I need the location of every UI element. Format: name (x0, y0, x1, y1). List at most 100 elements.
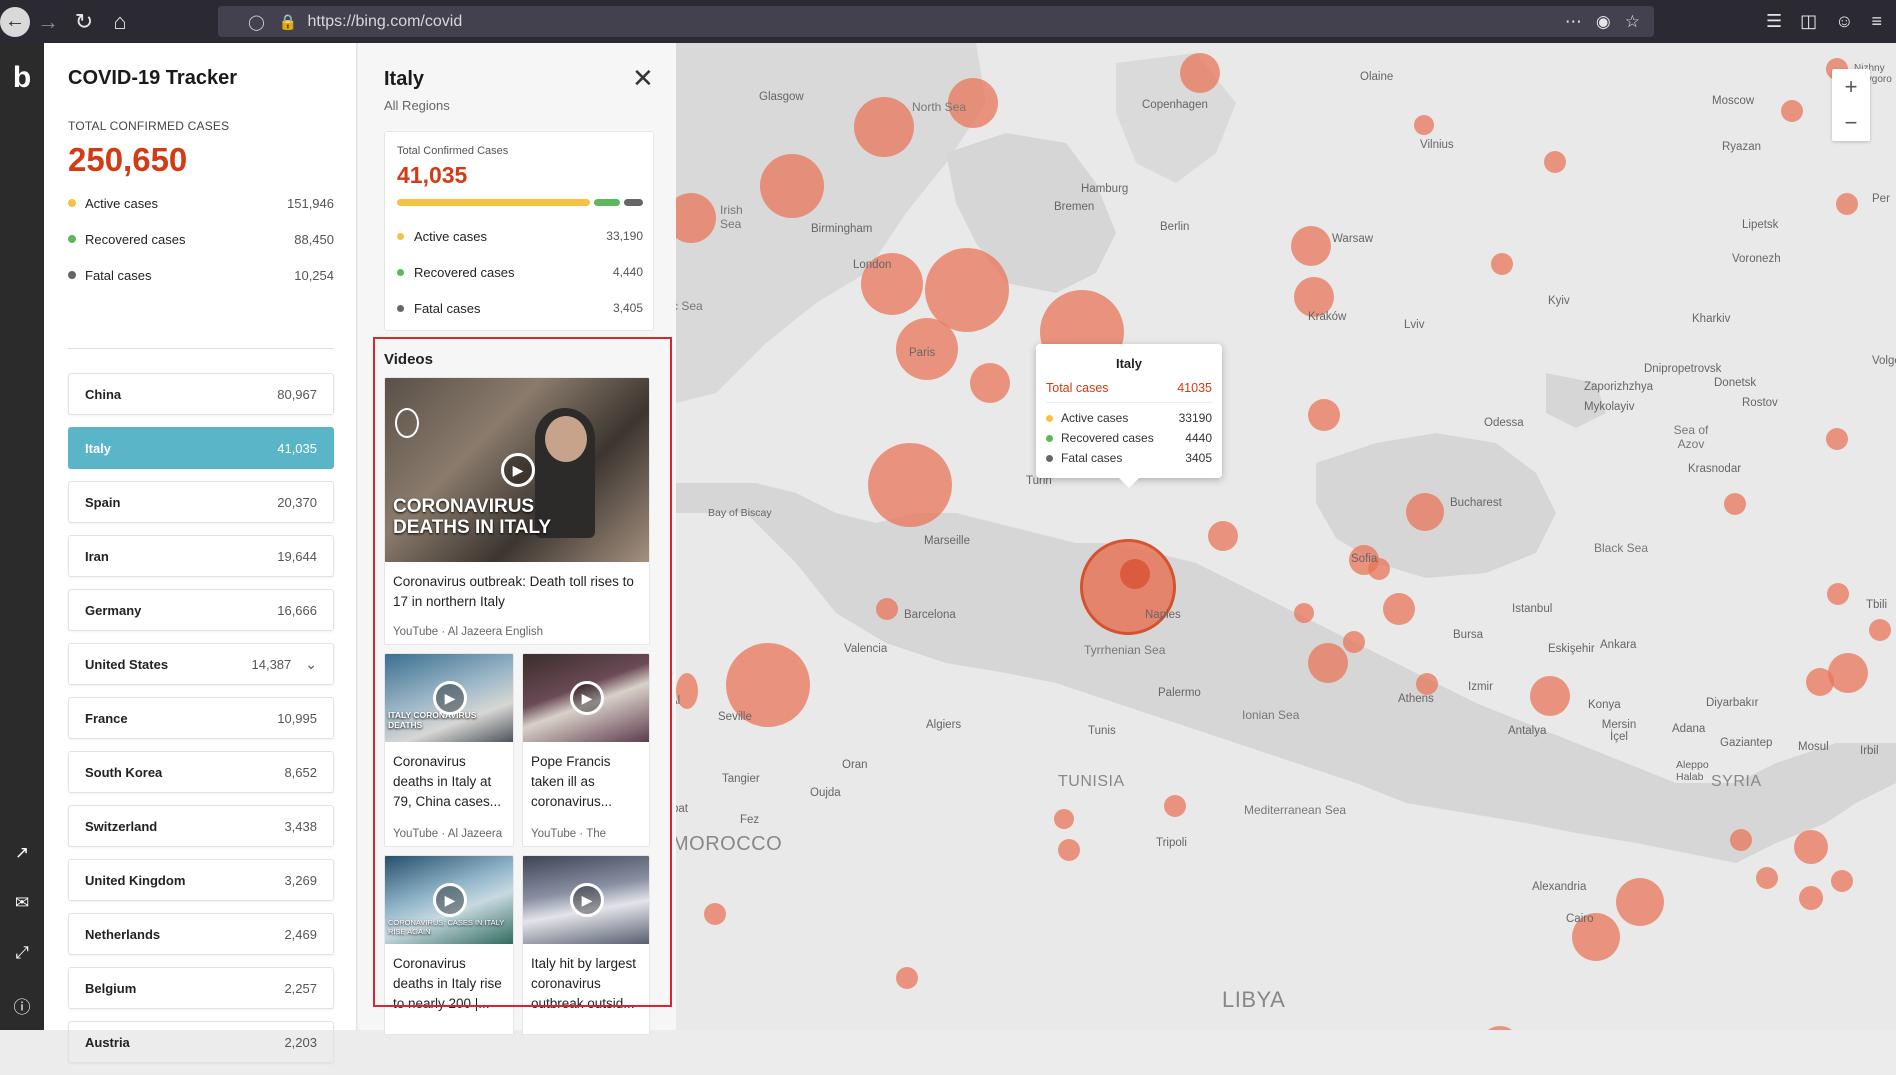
map-bubble[interactable] (1616, 878, 1664, 926)
play-icon[interactable]: ▶ (501, 453, 535, 487)
country-item-switzerland[interactable]: Switzerland 3,438 (68, 805, 334, 847)
map-bubble[interactable] (1294, 603, 1314, 623)
map-bubble[interactable] (970, 363, 1010, 403)
map-bubble[interactable] (854, 97, 914, 157)
map-bubble[interactable] (1343, 631, 1365, 653)
country-item-france[interactable]: France 10,995 (68, 697, 334, 739)
country-item-belgium[interactable]: Belgium 2,257 (68, 967, 334, 1009)
video-title[interactable]: Coronavirus deaths in Italy at 79, China… (393, 752, 509, 812)
home-button[interactable]: ⌂ (102, 4, 138, 40)
country-item-china[interactable]: China 80,967 (68, 373, 334, 415)
map-bubble[interactable] (1530, 676, 1570, 716)
map-bubble[interactable] (896, 967, 918, 989)
map-bubble[interactable] (1120, 559, 1150, 589)
country-item-iran[interactable]: Iran 19,644 (68, 535, 334, 577)
map-bubble[interactable] (1724, 493, 1746, 515)
detail-region-link[interactable]: All Regions (384, 98, 450, 113)
map-bubble[interactable] (1208, 521, 1238, 551)
map-bubble[interactable] (1730, 829, 1752, 851)
share-icon[interactable]: ↗ (0, 843, 44, 863)
play-icon[interactable]: ▶ (570, 883, 604, 917)
expand-icon[interactable]: ⤢ (0, 943, 44, 963)
close-icon[interactable]: ✕ (632, 63, 654, 94)
map-bubble[interactable] (876, 598, 898, 620)
feedback-icon[interactable]: ✉ (0, 893, 44, 913)
info-icon[interactable]: ⓘ (0, 993, 44, 1018)
map-bubble[interactable] (1827, 583, 1849, 605)
video-title[interactable]: Coronavirus deaths in Italy rise to near… (393, 954, 509, 1014)
country-item-united-kingdom[interactable]: United Kingdom 3,269 (68, 859, 334, 901)
video-title[interactable]: Italy hit by largest coronavirus outbrea… (531, 954, 645, 1014)
country-item-austria[interactable]: Austria 2,203 (68, 1021, 334, 1063)
map-bubble[interactable] (1180, 53, 1220, 93)
zoom-in-button[interactable]: + (1832, 69, 1870, 105)
shield-icon[interactable]: ◯ (248, 13, 265, 31)
video-card-2[interactable]: ITALY CORONAVIRUS DEATHS ▶ Coronavirus d… (384, 653, 514, 847)
menu-icon[interactable]: ≡ (1871, 11, 1882, 32)
video-title[interactable]: Pope Francis taken ill as coronavirus... (531, 752, 645, 812)
play-icon[interactable]: ▶ (570, 681, 604, 715)
map-bubble[interactable] (1799, 886, 1823, 910)
video-card-1[interactable]: CORONAVIRUS DEATHS IN ITALY ▶ Coronaviru… (384, 377, 650, 645)
map-bubble[interactable] (1491, 253, 1513, 275)
library-icon[interactable]: ☰ (1766, 11, 1782, 32)
country-item-spain[interactable]: Spain 20,370 (68, 481, 334, 523)
map-bubble[interactable] (1164, 795, 1186, 817)
country-name: United Kingdom (85, 872, 186, 888)
map-bubble[interactable] (760, 154, 824, 218)
map-bubble[interactable] (1058, 839, 1080, 861)
map-bubble[interactable] (1756, 867, 1778, 889)
map-bubble[interactable] (1054, 809, 1074, 829)
map-bubble[interactable] (1828, 653, 1868, 693)
map-bubble[interactable] (1308, 399, 1340, 431)
forward-button[interactable]: → (30, 4, 66, 40)
map-bubble[interactable] (1869, 619, 1891, 641)
map-bubble[interactable] (1383, 593, 1415, 625)
video-thumbnail[interactable]: CORONAVIRUS: CASES IN ITALY RISE AGAIN ▶ (385, 856, 513, 944)
map-bubble[interactable] (1826, 428, 1848, 450)
country-item-south-korea[interactable]: South Korea 8,652 (68, 751, 334, 793)
account-icon[interactable]: ☺ (1835, 11, 1853, 32)
country-item-netherlands[interactable]: Netherlands 2,469 (68, 913, 334, 955)
map-bubble[interactable] (1831, 870, 1853, 892)
reload-button[interactable]: ↻ (66, 4, 102, 40)
back-button[interactable]: ← (0, 6, 30, 37)
video-thumbnail[interactable]: CORONAVIRUS DEATHS IN ITALY ▶ (385, 378, 649, 562)
pocket-icon[interactable]: ◉ (1596, 12, 1611, 32)
map-label: Adana (1672, 723, 1706, 735)
map-bubble[interactable] (1414, 115, 1434, 135)
video-card-5[interactable]: ▶ Italy hit by largest coronavirus outbr… (522, 855, 650, 1035)
map-bubble[interactable] (1806, 668, 1834, 696)
more-icon[interactable]: ⋯ (1565, 12, 1582, 32)
map-bubble[interactable] (1544, 151, 1566, 173)
country-item-germany[interactable]: Germany 16,666 (68, 589, 334, 631)
map-bubble[interactable] (1794, 830, 1828, 864)
video-card-4[interactable]: CORONAVIRUS: CASES IN ITALY RISE AGAIN ▶… (384, 855, 514, 1035)
map-bubble[interactable] (1308, 643, 1348, 683)
country-item-united-states[interactable]: United States 14,387 ⌄ (68, 643, 334, 685)
video-title[interactable]: Coronavirus outbreak: Death toll rises t… (393, 572, 643, 612)
bookmark-star-icon[interactable]: ☆ (1625, 12, 1640, 32)
chevron-down-icon[interactable]: ⌄ (305, 656, 317, 673)
map-bubble[interactable] (1781, 100, 1803, 122)
video-thumbnail[interactable]: ITALY CORONAVIRUS DEATHS ▶ (385, 654, 513, 742)
map-bubble[interactable] (1836, 193, 1858, 215)
address-bar[interactable]: ◯ 🔒 https://bing.com/covid ⋯ ◉ ☆ (218, 6, 1654, 37)
map-bubble[interactable] (1406, 493, 1444, 531)
play-icon[interactable]: ▶ (433, 883, 467, 917)
covid-map[interactable]: Glasgow North Sea Copenhagen Olaine Mosc… (676, 43, 1896, 1030)
sidebar-icon[interactable]: ◫ (1800, 11, 1817, 32)
url-text[interactable]: https://bing.com/covid (307, 13, 462, 31)
video-thumbnail[interactable]: ▶ (523, 856, 649, 944)
map-bubble[interactable] (868, 443, 952, 527)
map-label: Tunis (1088, 725, 1116, 737)
video-thumbnail[interactable]: ▶ (523, 654, 649, 742)
play-icon[interactable]: ▶ (433, 681, 467, 715)
country-item-italy[interactable]: Italy 41,035 (68, 427, 334, 469)
map-bubble[interactable] (704, 903, 726, 925)
zoom-out-button[interactable]: − (1832, 105, 1870, 141)
bing-logo-icon[interactable]: b (0, 61, 44, 95)
map-bubble[interactable] (1416, 673, 1438, 695)
map-bubble[interactable] (1291, 226, 1331, 266)
video-card-3[interactable]: ▶ Pope Francis taken ill as coronavirus.… (522, 653, 650, 847)
